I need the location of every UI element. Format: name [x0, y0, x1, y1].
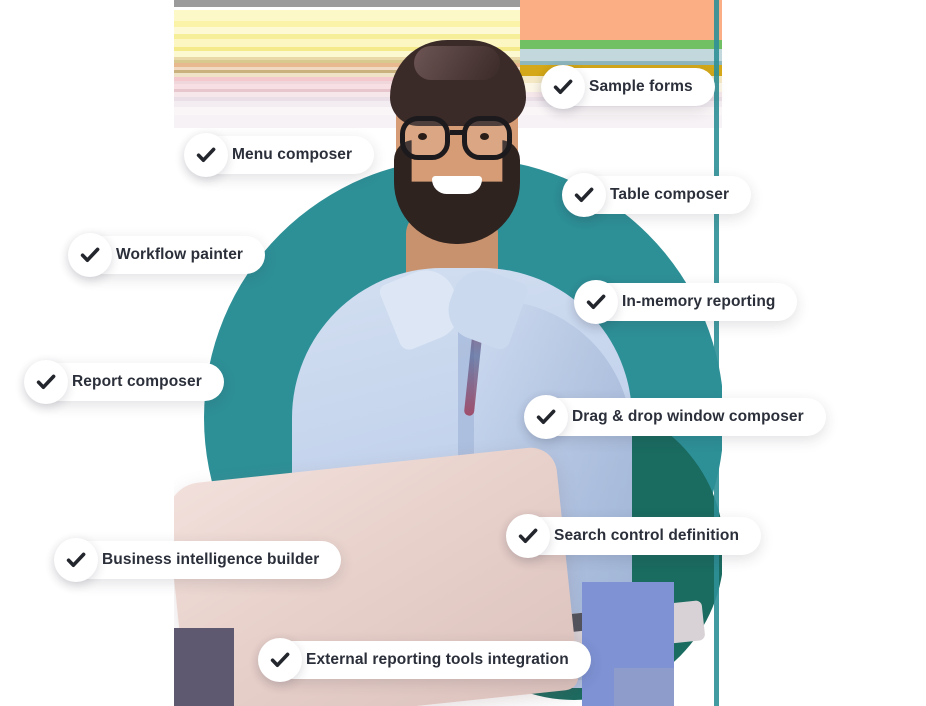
feature-pill-table-composer[interactable]: Table composer	[562, 173, 752, 217]
hair-highlight	[414, 46, 500, 80]
check-icon	[54, 538, 98, 582]
feature-pill-label: Drag & drop window composer	[572, 408, 804, 426]
feature-pill-label: Workflow painter	[116, 246, 244, 264]
check-icon	[574, 280, 618, 324]
check-icon	[562, 173, 606, 217]
mouth	[432, 176, 482, 194]
check-icon	[506, 514, 550, 558]
feature-pill-label: External reporting tools integration	[306, 651, 569, 669]
feature-pill-label: Search control definition	[554, 527, 740, 545]
feature-pill-drag-drop-window[interactable]: Drag & drop window composer	[524, 395, 826, 439]
feature-pill-label: Menu composer	[232, 146, 353, 164]
feature-pill-label: Sample forms	[589, 78, 693, 96]
eye-right	[480, 133, 489, 140]
feature-pill-external-reporting[interactable]: External reporting tools integration	[258, 638, 591, 682]
feature-pill-label: Business intelligence builder	[102, 551, 320, 569]
feature-pill-workflow-painter[interactable]: Workflow painter	[68, 233, 266, 277]
check-icon	[68, 233, 112, 277]
bottom-right-periwinkle-block-light	[614, 668, 674, 706]
feature-pill-label: Table composer	[610, 186, 730, 204]
check-icon	[184, 133, 228, 177]
check-icon	[258, 638, 302, 682]
feature-pill-sample-forms[interactable]: Sample forms	[541, 65, 715, 109]
check-icon	[541, 65, 585, 109]
feature-pill-label: Report composer	[72, 373, 202, 391]
feature-pill-report-composer[interactable]: Report composer	[24, 360, 224, 404]
feature-pill-label: In-memory reporting	[622, 293, 776, 311]
feature-pill-search-control[interactable]: Search control definition	[506, 514, 762, 558]
feature-pill-bi-builder[interactable]: Business intelligence builder	[54, 538, 342, 582]
hero-scene: Sample forms Menu composer Table composer W…	[0, 0, 926, 706]
check-icon	[24, 360, 68, 404]
glasses-bridge	[450, 130, 464, 135]
feature-pill-menu-composer[interactable]: Menu composer	[184, 133, 375, 177]
bottom-left-purple-block	[174, 628, 234, 706]
right-teal-edge-line	[714, 0, 719, 706]
feature-pill-in-memory-reporting[interactable]: In-memory reporting	[574, 280, 798, 324]
check-icon	[524, 395, 568, 439]
eye-left	[418, 133, 427, 140]
